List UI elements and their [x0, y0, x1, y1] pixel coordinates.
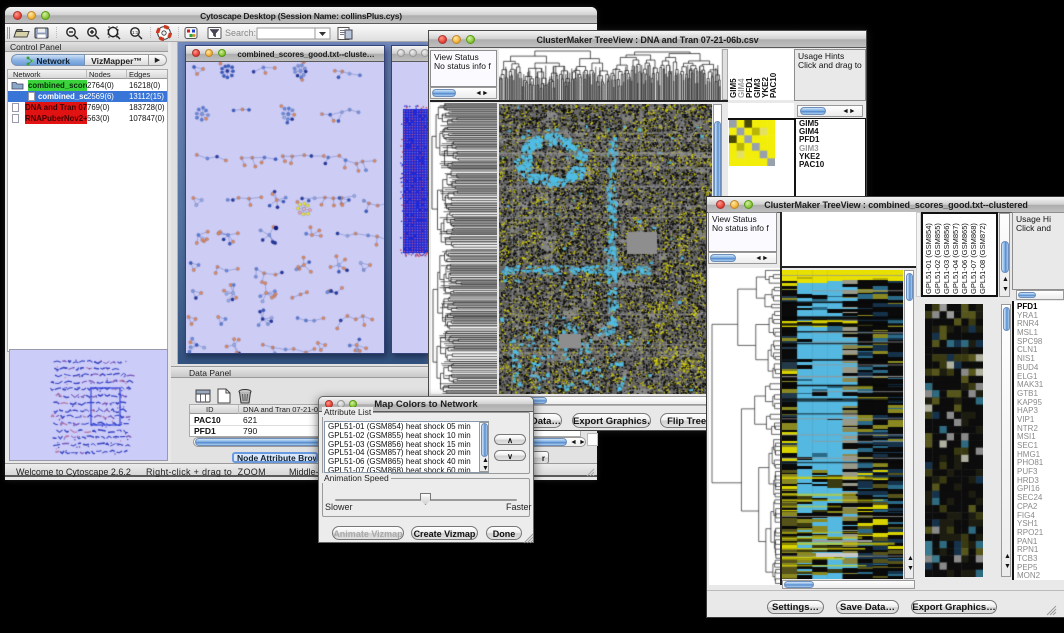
svg-text:Search:: Search: — [225, 28, 256, 38]
svg-text:1:1: 1:1 — [132, 30, 139, 35]
